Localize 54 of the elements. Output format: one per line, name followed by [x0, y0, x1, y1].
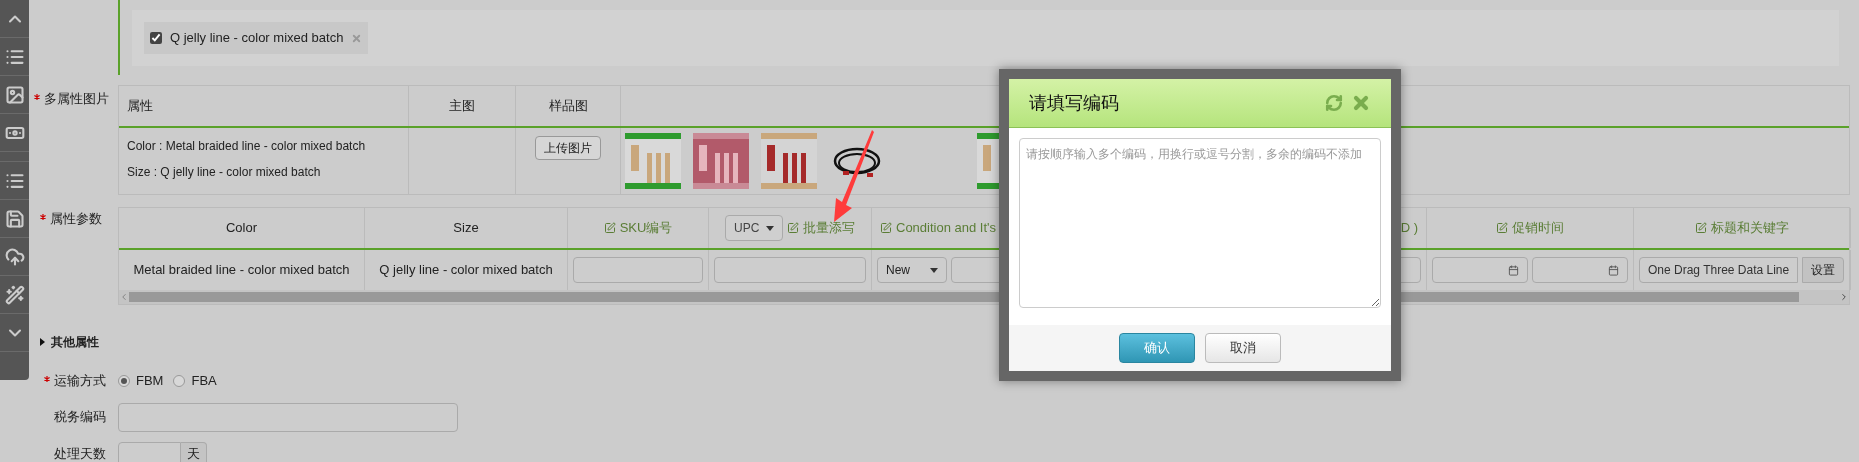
expand-toggle[interactable]: 其他属性 [40, 333, 99, 351]
edit-icon[interactable] [787, 222, 799, 234]
cloud-upload-icon[interactable] [4, 246, 25, 267]
scroll-left-icon[interactable] [119, 292, 129, 302]
input-field[interactable] [573, 257, 703, 283]
tag-checkbox[interactable] [150, 32, 162, 44]
unit-label: 天 [181, 441, 207, 462]
date-field[interactable] [1532, 257, 1628, 283]
calendar-icon [1608, 264, 1619, 276]
edit-icon[interactable] [603, 222, 616, 234]
section-label: 多属性图片 [44, 91, 109, 106]
edit-icon[interactable] [1496, 222, 1508, 234]
scroll-right-icon[interactable] [1839, 292, 1849, 302]
upload-button[interactable]: 上传图片 [535, 136, 601, 160]
tax-code-field[interactable] [118, 402, 458, 432]
title-field[interactable]: One Drag Three Data Line [1639, 257, 1799, 283]
column-header: 主图 [449, 97, 475, 116]
tag-chip[interactable]: Q jelly line - color mixed batch [144, 22, 369, 54]
dialog-title: 请填写编码 [1029, 91, 1119, 115]
column-header: 样品图 [548, 97, 588, 116]
input-field[interactable] [714, 257, 866, 283]
edit-icon[interactable] [1695, 222, 1707, 234]
settings-button[interactable]: 设置 [1802, 257, 1845, 283]
table-cell-text: Metal braided line - color mixed batch [133, 261, 350, 280]
shipping-radio[interactable]: FBA [173, 371, 217, 391]
column-header: Size [453, 219, 479, 238]
close-icon[interactable] [1351, 93, 1371, 113]
field-label: 税务编码 [54, 409, 106, 425]
cancel-button[interactable]: 取消 [1205, 333, 1281, 363]
caret-icon [766, 225, 774, 231]
field-label: 运输方式 [54, 373, 106, 388]
code-type-select[interactable]: UPC [725, 215, 783, 241]
refresh-icon[interactable] [1325, 94, 1343, 112]
save-icon[interactable] [4, 208, 25, 229]
remove-icon[interactable] [351, 32, 363, 44]
condition-select[interactable]: New [877, 257, 947, 283]
column-header: D ) [1400, 219, 1418, 238]
table-cell-text: Q jelly line - color mixed batch [379, 261, 553, 280]
field-label: 处理天数 [54, 445, 106, 461]
column-header: 属性 [127, 97, 153, 116]
magic-wand-icon[interactable] [4, 284, 25, 305]
attribute-text: Size : Q jelly line - color mixed batch [127, 164, 322, 181]
code-input-field[interactable]: 请按顺序输入多个编码，用换行或逗号分割，多余的编码不添加 [1019, 138, 1381, 308]
image-icon[interactable] [4, 84, 25, 105]
calendar-icon [1508, 264, 1519, 276]
tag-label: Q jelly line - color mixed batch [170, 29, 344, 48]
caret-icon [930, 267, 938, 273]
date-field[interactable] [1432, 257, 1528, 283]
shipping-radio[interactable]: FBM [118, 371, 164, 391]
section-label: 属性参数 [50, 211, 102, 226]
column-header: Color [225, 219, 258, 238]
attribute-text: Color : Metal braided line - color mixed batch [127, 138, 367, 155]
edit-icon[interactable] [880, 222, 892, 234]
handling-days-field[interactable] [118, 441, 181, 462]
